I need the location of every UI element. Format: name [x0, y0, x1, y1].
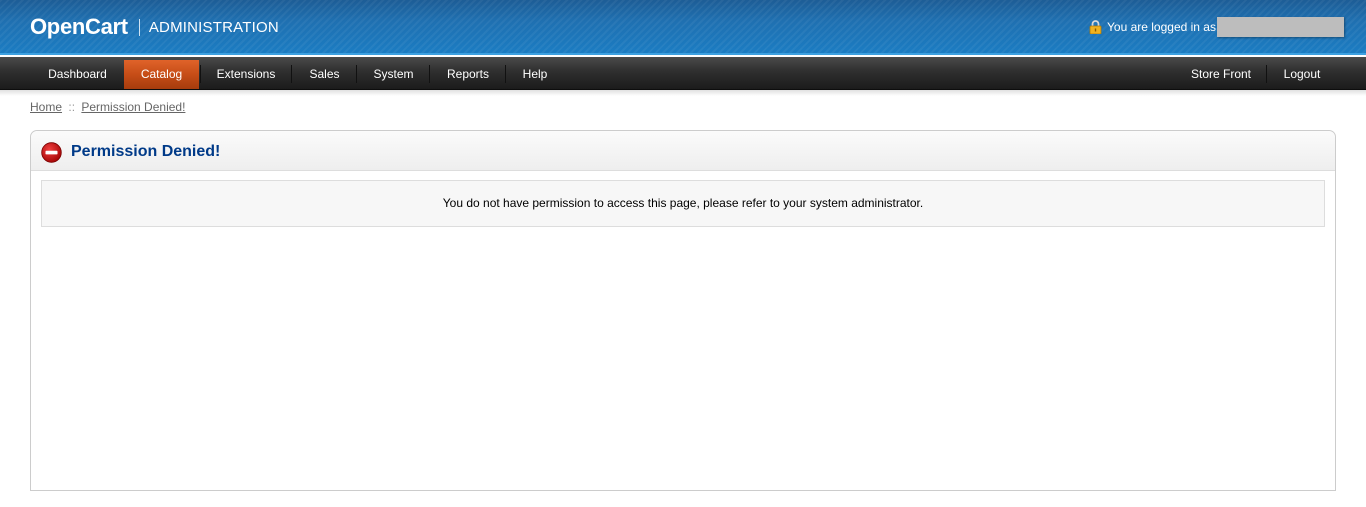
main-menu: Dashboard Catalog Extensions Sales Syste…: [0, 57, 1366, 90]
menu-item-logout[interactable]: Logout: [1268, 60, 1336, 89]
username-redacted: [1216, 17, 1344, 37]
brand-name: OpenCart: [30, 14, 128, 39]
header: OpenCart ADMINISTRATION You are logged i…: [0, 0, 1366, 55]
logged-in-text: You are logged in as: [1107, 20, 1216, 34]
menu-item-sales[interactable]: Sales: [293, 60, 356, 89]
menu-item-store-front[interactable]: Store Front: [1176, 60, 1266, 89]
menu-divider: [291, 65, 292, 83]
box-heading: Permission Denied!: [31, 131, 1335, 171]
admin-title: ADMINISTRATION: [148, 18, 279, 36]
menu-item-help[interactable]: Help: [507, 60, 563, 89]
logo[interactable]: OpenCart ADMINISTRATION: [30, 14, 279, 40]
breadcrumb-current-link[interactable]: Permission Denied!: [81, 100, 185, 114]
breadcrumb-home-link[interactable]: Home: [30, 100, 62, 114]
menu-divider: [505, 65, 506, 83]
breadcrumb-separator: ::: [68, 100, 76, 114]
menu-item-extensions[interactable]: Extensions: [201, 60, 291, 89]
menu-item-system[interactable]: System: [358, 60, 429, 89]
lock-icon: [1089, 20, 1102, 34]
page-title: Permission Denied!: [71, 143, 221, 160]
permission-message: You do not have permission to access thi…: [41, 180, 1325, 227]
permission-box: Permission Denied! You do not have permi…: [30, 130, 1336, 491]
menu-item-dashboard[interactable]: Dashboard: [31, 60, 124, 89]
menu-shadow: [0, 90, 1366, 96]
menu-divider: [1266, 65, 1267, 83]
menu-item-catalog[interactable]: Catalog: [124, 60, 199, 89]
menu-divider: [356, 65, 357, 83]
logo-divider: [138, 18, 140, 36]
stop-icon: [41, 142, 62, 163]
menu-divider: [429, 65, 430, 83]
login-status: You are logged in as: [1089, 16, 1344, 38]
menu-item-reports[interactable]: Reports: [431, 60, 505, 89]
breadcrumb: Home :: Permission Denied!: [30, 100, 185, 115]
